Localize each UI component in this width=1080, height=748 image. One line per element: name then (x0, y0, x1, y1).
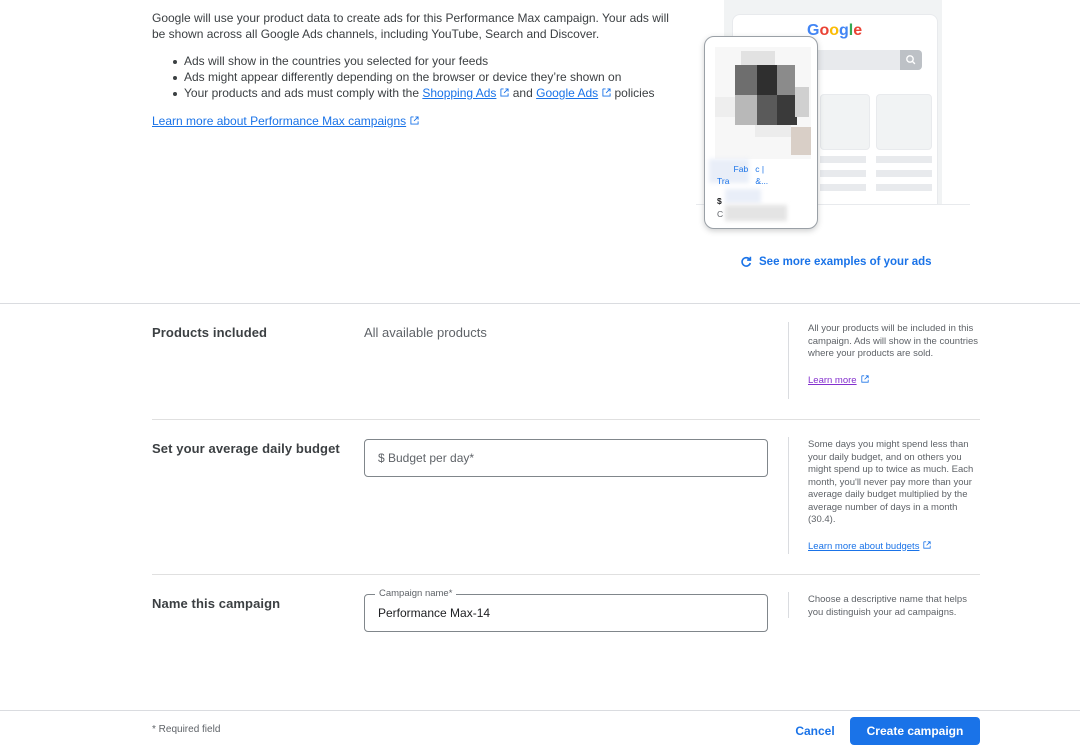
external-link-icon (410, 116, 419, 125)
campaign-name-label: Name this campaign (152, 596, 281, 611)
see-more-examples-button[interactable]: See more examples of your ads (740, 256, 932, 268)
shopping-ads-link[interactable]: Shopping Ads (422, 86, 496, 100)
bullet-browser: Ads might appear differently depending o… (152, 69, 682, 85)
required-field-note: * Required field (152, 724, 221, 735)
policies-text-mid: and (509, 86, 537, 100)
footer-divider (0, 710, 1080, 711)
section-divider (0, 303, 1080, 304)
daily-budget-label: Set your average daily budget (152, 441, 340, 456)
intro-bullet-list: Ads will show in the countries you selec… (152, 53, 682, 101)
refresh-icon (741, 256, 752, 267)
see-more-label: See more examples of your ads (759, 256, 932, 268)
mock-result-line (876, 170, 932, 177)
products-help-text: All your products will be included in th… (808, 323, 979, 359)
campaign-name-field[interactable]: Campaign name* (364, 588, 768, 632)
row-divider (152, 574, 980, 575)
blurred-price-overlay (725, 189, 761, 203)
mock-result-card (820, 94, 870, 150)
mock-result-line (876, 184, 932, 191)
external-link-icon (860, 374, 869, 383)
help-column-divider (788, 322, 789, 399)
budget-learn-more-link[interactable]: Learn more about budgets (808, 540, 932, 554)
products-included-value: All available products (364, 325, 487, 340)
search-icon (906, 55, 916, 65)
budget-help-text: Some days you might spend less than your… (808, 439, 974, 525)
mock-result-line (820, 156, 866, 163)
row-divider (152, 419, 980, 420)
bullet-countries: Ads will show in the countries you selec… (152, 53, 682, 69)
mock-result-line (876, 156, 932, 163)
google-ads-link[interactable]: Google Ads (536, 86, 598, 100)
external-link-icon (923, 540, 932, 549)
help-column-divider (788, 592, 789, 618)
external-link-icon (602, 88, 611, 97)
products-help: All your products will be included in th… (808, 323, 980, 387)
ad-product-price: $ (717, 196, 722, 206)
blurred-store-overlay (725, 205, 787, 221)
google-logo: Google (807, 22, 862, 40)
products-included-label: Products included (152, 325, 268, 340)
ad-product-title: Fab c | Tra &... (717, 164, 769, 186)
mock-result-card (876, 94, 932, 150)
products-learn-more-label: Learn more (808, 374, 857, 386)
product-image-pixelated (715, 47, 811, 159)
logo-letter: o (829, 22, 840, 39)
logo-letter: o (819, 22, 830, 39)
intro-description: Google will use your product data to cre… (152, 11, 669, 41)
campaign-name-input[interactable] (365, 595, 767, 631)
mock-search-button (900, 50, 922, 70)
mock-result-line (820, 170, 866, 177)
help-column-divider (788, 437, 789, 554)
campaign-name-help: Choose a descriptive name that helps you… (808, 594, 967, 618)
budget-help: Some days you might spend less than your… (808, 439, 980, 553)
campaign-name-floating-label: Campaign name* (375, 588, 457, 599)
ad-store-name: C (717, 209, 724, 219)
budget-learn-more-label: Learn more about budgets (808, 540, 920, 552)
policies-text-after: policies (611, 86, 655, 100)
learn-more-pmax-label: Learn more about Performance Max campaig… (152, 114, 407, 128)
products-learn-more-link[interactable]: Learn more (808, 375, 869, 388)
learn-more-pmax-link[interactable]: Learn more about Performance Max campaig… (152, 113, 419, 129)
budget-input[interactable] (365, 440, 767, 476)
bullet-policies: Your products and ads must comply with t… (152, 85, 682, 101)
logo-letter: g (839, 22, 849, 39)
policies-text-before: Your products and ads must comply with t… (184, 86, 423, 100)
mock-result-line (820, 184, 866, 191)
cancel-button[interactable]: Cancel (788, 717, 842, 745)
budget-field[interactable] (364, 439, 768, 477)
create-campaign-button[interactable]: Create campaign (850, 717, 980, 745)
logo-letter: e (853, 22, 863, 39)
product-ad-card: Fab c | Tra &... $ C (704, 36, 818, 229)
intro-section: Google will use your product data to cre… (152, 10, 682, 129)
